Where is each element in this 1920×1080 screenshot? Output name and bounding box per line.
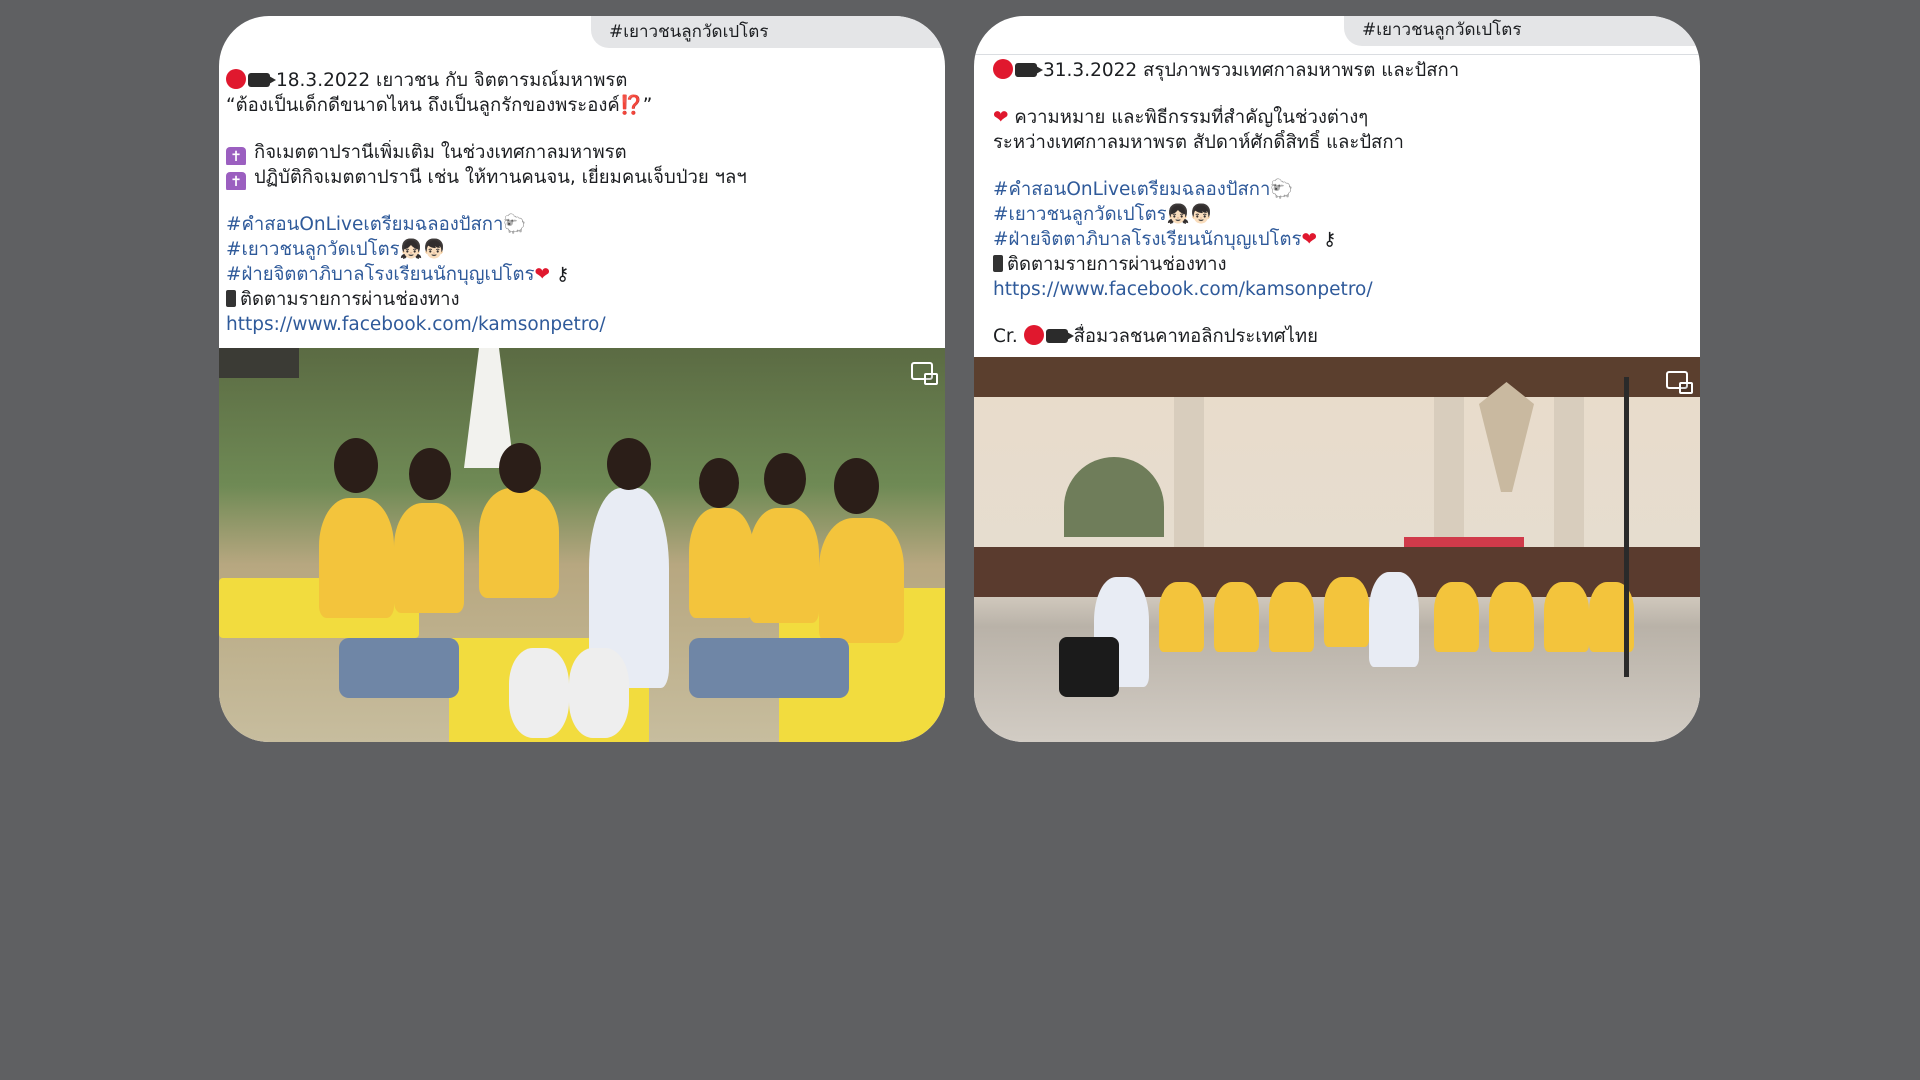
post-card-1[interactable]: #เยาวชนลูกวัดเปโตร 18.3.2022 เยาวชน กับ … — [219, 16, 945, 742]
post-item-1: กิจเมตตาปรานีเพิ่มเติม ในช่วงเทศกาลมหาพร… — [254, 142, 627, 163]
person — [749, 508, 819, 623]
key-icon: ⚷ — [1322, 229, 1337, 250]
person — [319, 498, 394, 618]
follow-text: ติดตามรายการผ่านช่องทาง — [240, 289, 460, 310]
person-head — [334, 438, 378, 493]
window — [1064, 457, 1164, 537]
statue — [1479, 382, 1534, 492]
planter — [569, 648, 629, 738]
person-head — [607, 438, 651, 490]
mobile-phone-icon — [226, 290, 236, 307]
person — [479, 488, 559, 598]
heart-icon: ❤ — [534, 264, 550, 285]
post-text: 31.3.2022 สรุปภาพรวมเทศกาลมหาพรต และปัสก… — [993, 58, 1690, 349]
church-ceiling — [974, 357, 1700, 397]
multiple-photos-icon — [1666, 371, 1693, 394]
person — [689, 508, 754, 618]
hashtag-chip[interactable]: #เยาวชนลูกวัดเปโตร — [1344, 16, 1700, 46]
latin-cross-icon: ✝ — [226, 172, 246, 190]
hashtag-chip[interactable]: #เยาวชนลูกวัดเปโตร — [591, 16, 945, 48]
facebook-link[interactable]: https://www.facebook.com/kamsonpetro/ — [993, 279, 1373, 300]
post-card-2[interactable]: #เยาวชนลูกวัดเปโตร 31.3.2022 สรุปภาพรวมเ… — [974, 16, 1700, 742]
post-item-2: ปฏิบัติกิจเมตตาปรานี เช่น ให้ทานคนจน, เย… — [254, 167, 747, 188]
key-icon: ⚷ — [555, 264, 570, 285]
person — [1269, 582, 1314, 652]
person — [1489, 582, 1534, 652]
red-circle-icon — [1023, 325, 1044, 345]
video-camera-icon — [1015, 63, 1043, 77]
person — [1159, 582, 1204, 652]
person — [1214, 582, 1259, 652]
umbrella-edge — [219, 348, 299, 378]
follow-text: ติดตามรายการผ่านช่องทาง — [1007, 254, 1227, 275]
jeans — [339, 638, 459, 698]
heart-icon: ❤ — [993, 107, 1009, 128]
hashtag-link[interactable]: #คำสอนOnLiveเตรียมฉลองปัสกา🐑 — [226, 214, 526, 235]
person — [819, 518, 904, 643]
divider — [974, 54, 1700, 55]
person — [1434, 582, 1479, 652]
heart-icon: ❤ — [1301, 229, 1317, 250]
post-quote: “ต้องเป็นเด็กดีขนาดไหน ถึงเป็นลูกรักของพ… — [226, 95, 653, 116]
person-head — [499, 443, 541, 493]
hashtag-link[interactable]: #ฝ่ายจิตตาภิบาลโรงเรียนนักบุญเปโตร — [993, 229, 1301, 250]
post-date-title: 31.3.2022 สรุปภาพรวมเทศกาลมหาพรต และปัสก… — [1043, 60, 1460, 81]
red-circle-icon — [226, 69, 246, 89]
credit-prefix: Cr. — [993, 326, 1018, 347]
post-date-title: 18.3.2022 เยาวชน กับ จิตตารมณ์มหาพรต — [276, 70, 628, 91]
person — [1324, 577, 1369, 647]
mobile-phone-icon — [993, 255, 1003, 272]
person — [1544, 582, 1589, 652]
hashtag-link[interactable]: #คำสอนOnLiveเตรียมฉลองปัสกา🐑 — [993, 179, 1293, 200]
person-head — [699, 458, 739, 508]
jeans — [689, 638, 849, 698]
video-camera-icon — [248, 73, 276, 87]
multiple-photos-icon — [911, 362, 938, 385]
video-camera-icon — [1045, 329, 1074, 343]
hashtag-link[interactable]: #เยาวชนลูกวัดเปโตร👧🏻👦🏻 — [226, 239, 446, 260]
post-text: 18.3.2022 เยาวชน กับ จิตตารมณ์มหาพรต “ต้… — [226, 68, 935, 337]
person-head — [764, 453, 806, 505]
facebook-link[interactable]: https://www.facebook.com/kamsonpetro/ — [226, 314, 606, 335]
post-photo[interactable] — [219, 348, 945, 742]
post-heart-line: ความหมาย และพิธีกรรมที่สำคัญในช่วงต่างๆ — [1014, 107, 1369, 128]
hashtag-link[interactable]: #ฝ่ายจิตตาภิบาลโรงเรียนนักบุญเปโตร — [226, 264, 534, 285]
credit-text: สื่อมวลชนคาทอลิกประเทศไทย — [1073, 326, 1318, 347]
light-stand — [1624, 377, 1629, 677]
camera-equipment — [1059, 637, 1119, 697]
latin-cross-icon: ✝ — [226, 147, 246, 165]
planter — [509, 648, 569, 738]
person — [394, 503, 464, 613]
person — [1369, 572, 1419, 667]
red-circle-icon — [993, 59, 1013, 79]
hashtag-link[interactable]: #เยาวชนลูกวัดเปโตร👧🏻👦🏻 — [993, 204, 1213, 225]
post-photo[interactable] — [974, 357, 1700, 742]
person-head — [409, 448, 451, 500]
person-head — [834, 458, 879, 514]
post-line-2: ระหว่างเทศกาลมหาพรต สัปดาห์ศักดิ์สิทธิ์ … — [993, 132, 1404, 153]
